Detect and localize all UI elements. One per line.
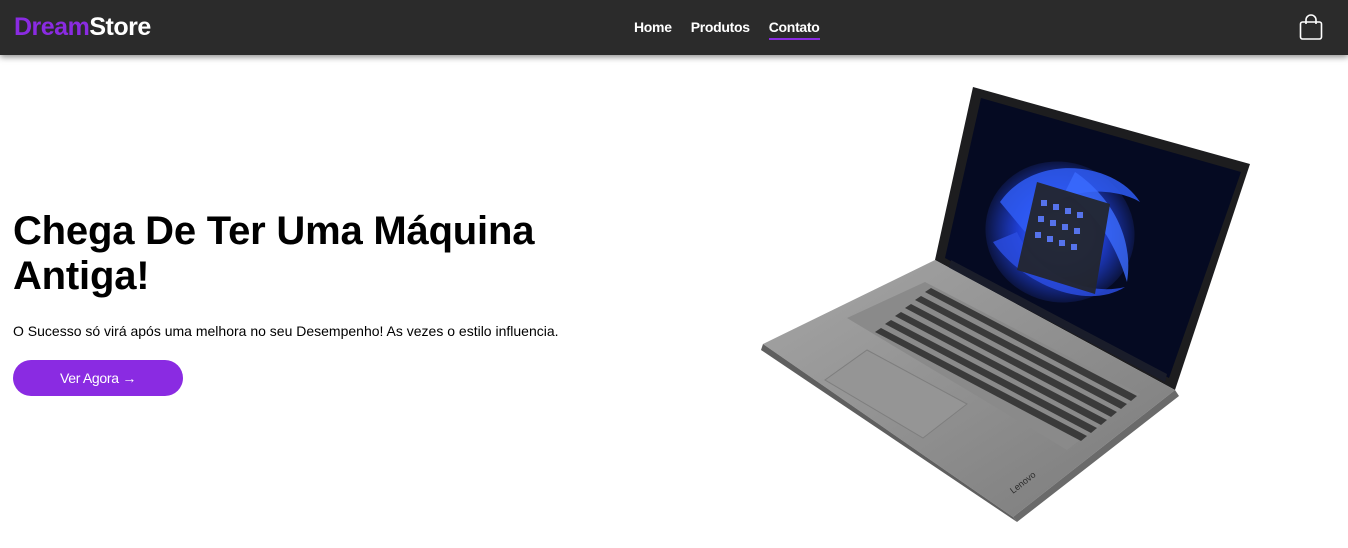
nav-link-home[interactable]: Home [634,18,672,40]
ver-agora-button[interactable]: Ver Agora → [13,360,183,396]
main-nav: Home Produtos Contato [634,18,820,40]
brand-logo-dream: Dream [14,13,90,41]
brand-logo-store: Store [89,13,151,41]
brand-logo[interactable]: DreamStore [14,11,151,43]
hero-subtitle: O Sucesso só virá após uma melhora no se… [13,323,559,339]
nav-link-contato[interactable]: Contato [768,18,820,40]
navbar: DreamStore Home Produtos Contato [0,0,1348,55]
laptop-product-image: Lenovo [761,87,1250,522]
hero-title: Chega De Ter Uma Máquina Antiga! [13,209,535,298]
cart-button[interactable] [1297,13,1325,41]
nav-link-produtos[interactable]: Produtos [691,18,750,40]
shopping-bag-icon [1299,14,1323,40]
